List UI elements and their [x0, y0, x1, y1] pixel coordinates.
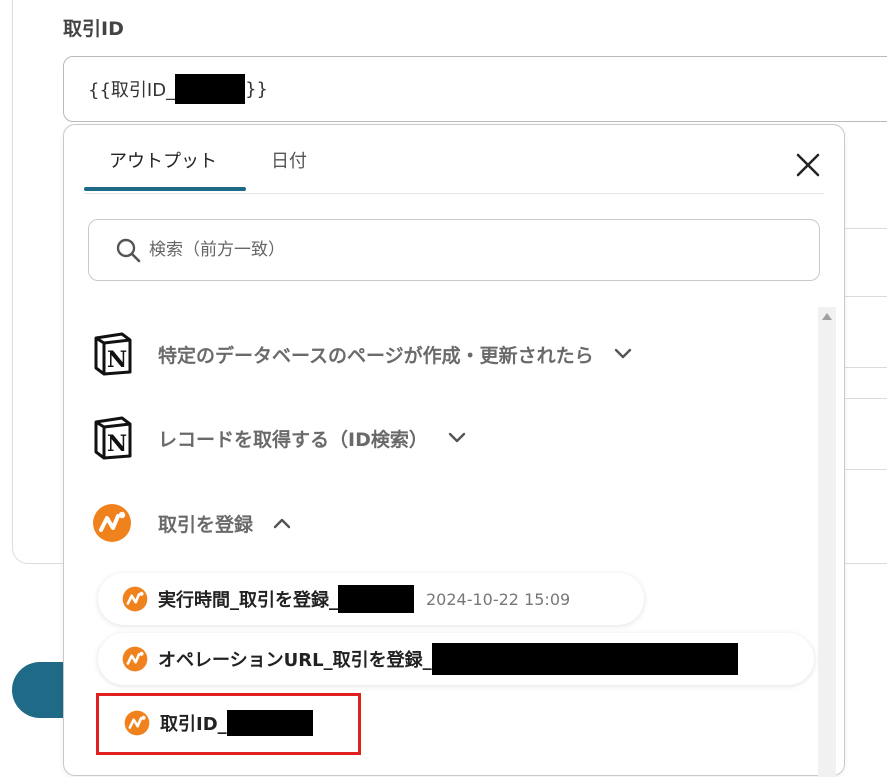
app-logo-icon — [122, 646, 148, 672]
tab-date[interactable]: 日付 — [271, 147, 307, 191]
scrollbar[interactable] — [818, 307, 836, 777]
chevron-up-icon — [273, 518, 291, 529]
redacted-block — [175, 74, 246, 104]
app-logo-icon — [122, 586, 148, 612]
search-box[interactable] — [88, 219, 820, 281]
output-item-operation-url[interactable]: オペレーションURL_取引を登録_ — [98, 633, 814, 685]
tab-output[interactable]: アウトプット — [109, 147, 217, 191]
section-label: 特定のデータベースのページが作成・更新されたら — [158, 344, 594, 367]
section-register-transaction[interactable]: 取引を登録 — [92, 498, 291, 548]
item-timestamp: 2024-10-22 15:09 — [426, 589, 571, 609]
search-icon — [116, 238, 141, 263]
input-value-suffix: }} — [245, 78, 268, 100]
close-icon — [796, 153, 820, 177]
section-label: 取引を登録 — [158, 513, 254, 536]
output-item-execution-time[interactable]: 実行時間_取引を登録_ 2024-10-22 15:09 — [98, 573, 644, 625]
notion-icon: N — [94, 332, 132, 376]
field-label: 取引ID — [63, 18, 124, 40]
redacted-block — [431, 643, 738, 675]
section-notion-trigger[interactable]: N 特定のデータベースのページが作成・更新されたら — [92, 329, 632, 379]
scroll-up-arrow[interactable] — [822, 313, 832, 320]
highlight-box — [96, 693, 361, 755]
transaction-id-input[interactable]: {{取引ID_ }} — [63, 56, 887, 122]
search-input[interactable] — [147, 239, 751, 261]
svg-text:N: N — [107, 431, 127, 457]
background-field — [840, 228, 887, 300]
redacted-block — [338, 585, 414, 613]
background-field — [840, 398, 887, 470]
close-button[interactable] — [792, 149, 824, 181]
chevron-down-icon — [448, 432, 466, 443]
svg-text:N: N — [107, 347, 127, 373]
active-tab-indicator — [84, 187, 246, 191]
input-value-prefix: {{取引ID_ — [88, 80, 176, 101]
tab-bar: アウトプット 日付 — [84, 125, 824, 194]
chevron-down-icon — [614, 348, 631, 359]
section-notion-get-record[interactable]: N レコードを取得する（ID検索） — [92, 413, 466, 463]
item-label: 実行時間_取引を登録_ — [158, 590, 338, 611]
app-logo-icon — [93, 504, 131, 542]
notion-icon: N — [94, 416, 132, 460]
item-label: オペレーションURL_取引を登録_ — [158, 650, 432, 671]
section-label: レコードを取得する（ID検索） — [158, 428, 428, 451]
background-field — [840, 296, 887, 368]
